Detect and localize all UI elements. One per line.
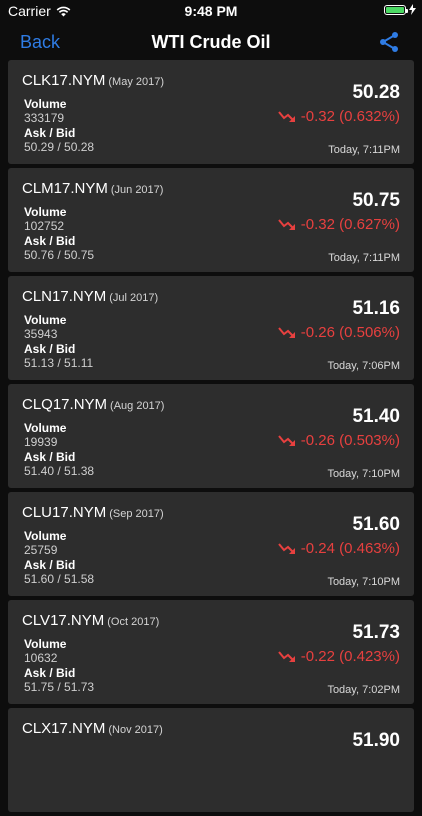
ask-bid-value: 51.60 / 51.58 bbox=[24, 572, 95, 586]
volume-value: 19939 bbox=[24, 435, 58, 449]
ask-bid-label: Ask / Bid bbox=[24, 234, 76, 248]
quote-month: (Sep 2017) bbox=[109, 508, 164, 520]
ask-bid-label: Ask / Bid bbox=[24, 342, 76, 356]
volume-label: Volume bbox=[24, 421, 67, 435]
quote-change: -0.32 (0.627%) bbox=[277, 216, 400, 233]
quote-month: (Aug 2017) bbox=[110, 400, 165, 412]
volume-label: Volume bbox=[24, 313, 67, 327]
quote-change: -0.22 (0.423%) bbox=[277, 648, 400, 665]
share-icon bbox=[380, 32, 398, 52]
quote-time: Today, 7:02PM bbox=[327, 684, 400, 696]
quote-month: (Jul 2017) bbox=[109, 292, 159, 304]
quote-symbol: CLM17.NYM (Jun 2017) bbox=[22, 180, 164, 197]
quote-row[interactable]: CLU17.NYM (Sep 2017) Volume 25759 Ask / B… bbox=[8, 492, 414, 596]
ask-bid-value: 51.13 / 51.11 bbox=[24, 356, 94, 370]
quote-symbol: CLK17.NYM (May 2017) bbox=[22, 72, 165, 89]
quote-change: -0.32 (0.632%) bbox=[277, 108, 400, 125]
quote-month: (Nov 2017) bbox=[108, 724, 163, 736]
volume-label: Volume bbox=[24, 97, 67, 111]
quote-row[interactable]: CLM17.NYM (Jun 2017) Volume 102752 Ask / … bbox=[8, 168, 414, 272]
charging-bolt-icon bbox=[409, 4, 416, 15]
status-right bbox=[384, 4, 416, 15]
quote-time: Today, 7:11PM bbox=[328, 144, 400, 156]
volume-value: 102752 bbox=[24, 219, 65, 233]
ask-bid-label: Ask / Bid bbox=[24, 126, 76, 140]
status-time: 9:48 PM bbox=[184, 3, 238, 19]
page-title: WTI Crude Oil bbox=[151, 32, 271, 52]
quote-time: Today, 7:06PM bbox=[327, 360, 400, 372]
quote-row[interactable]: CLX17.NYM (Nov 2017) 51.90 bbox=[8, 708, 414, 812]
quote-change: -0.24 (0.463%) bbox=[277, 540, 400, 557]
quote-row[interactable]: CLN17.NYM (Jul 2017) Volume 35943 Ask / B… bbox=[8, 276, 414, 380]
volume-label: Volume bbox=[24, 205, 67, 219]
volume-label: Volume bbox=[24, 529, 67, 543]
ask-bid-value: 50.29 / 50.28 bbox=[24, 140, 95, 154]
quote-row[interactable]: CLQ17.NYM (Aug 2017) Volume 19939 Ask / B… bbox=[8, 384, 414, 488]
quote-list: CLK17.NYM (May 2017) Volume 333179 Ask / … bbox=[8, 60, 414, 816]
volume-value: 25759 bbox=[24, 543, 58, 557]
quote-price: 51.60 bbox=[352, 514, 400, 535]
ask-bid-label: Ask / Bid bbox=[24, 666, 76, 680]
quote-time: Today, 7:10PM bbox=[327, 468, 400, 480]
volume-label: Volume bbox=[24, 637, 67, 651]
quote-price: 51.40 bbox=[352, 406, 400, 427]
quote-price: 50.28 bbox=[352, 82, 400, 103]
quote-symbol: CLQ17.NYM (Aug 2017) bbox=[22, 396, 165, 413]
trend-down-arrow-icon bbox=[277, 218, 295, 230]
quote-symbol: CLN17.NYM (Jul 2017) bbox=[22, 288, 159, 305]
quote-month: (Jun 2017) bbox=[110, 184, 164, 196]
status-bar: Carrier 9:48 PM bbox=[0, 0, 422, 22]
trend-down-arrow-icon bbox=[277, 110, 295, 122]
volume-value: 35943 bbox=[24, 327, 58, 341]
quote-symbol: CLX17.NYM (Nov 2017) bbox=[22, 720, 163, 737]
trend-down-arrow-icon bbox=[277, 326, 295, 338]
ask-bid-label: Ask / Bid bbox=[24, 558, 76, 572]
quote-row[interactable]: CLV17.NYM (Oct 2017) Volume 10632 Ask / B… bbox=[8, 600, 414, 704]
quote-time: Today, 7:10PM bbox=[327, 576, 400, 588]
ask-bid-label: Ask / Bid bbox=[24, 450, 76, 464]
trend-down-arrow-icon bbox=[277, 650, 295, 662]
share-button[interactable] bbox=[378, 31, 400, 58]
quote-row[interactable]: CLK17.NYM (May 2017) Volume 333179 Ask / … bbox=[8, 60, 414, 164]
quote-change: -0.26 (0.506%) bbox=[277, 324, 400, 341]
quote-price: 51.16 bbox=[352, 298, 400, 319]
quote-month: (May 2017) bbox=[108, 76, 165, 88]
ask-bid-value: 51.40 / 51.38 bbox=[24, 464, 95, 478]
trend-down-arrow-icon bbox=[277, 542, 295, 554]
volume-value: 10632 bbox=[24, 651, 58, 665]
quote-month: (Oct 2017) bbox=[107, 616, 160, 628]
quote-time: Today, 7:11PM bbox=[328, 252, 400, 264]
volume-value: 333179 bbox=[24, 111, 65, 125]
quote-price: 51.90 bbox=[352, 730, 400, 751]
quote-price: 51.73 bbox=[352, 622, 400, 643]
quote-price: 50.75 bbox=[352, 190, 400, 211]
quote-symbol: CLU17.NYM (Sep 2017) bbox=[22, 504, 164, 521]
trend-down-arrow-icon bbox=[277, 434, 295, 446]
quote-change: -0.26 (0.503%) bbox=[277, 432, 400, 449]
ask-bid-value: 50.76 / 50.75 bbox=[24, 248, 95, 262]
ask-bid-value: 51.75 / 51.73 bbox=[24, 680, 95, 694]
battery-icon bbox=[384, 4, 408, 15]
quote-symbol: CLV17.NYM (Oct 2017) bbox=[22, 612, 160, 629]
